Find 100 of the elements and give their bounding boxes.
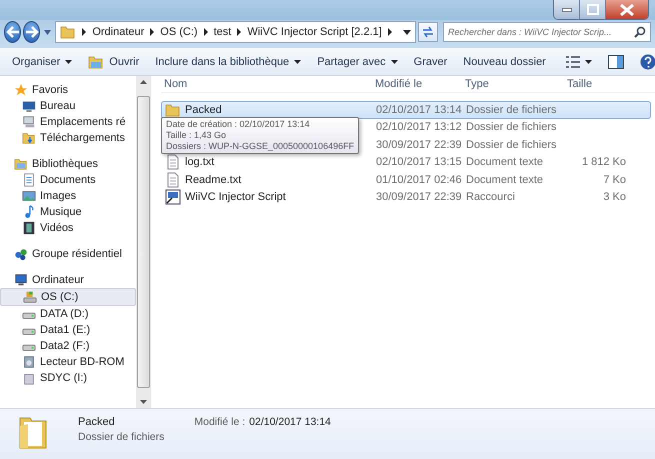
column-header[interactable]: Type	[465, 78, 565, 90]
toolbar-button[interactable]: Partager avec	[311, 52, 404, 70]
caret-icon	[390, 60, 398, 64]
file-row[interactable]: log.txt 02/10/2017 13:15 Document texte 1 812 Ko	[161, 154, 651, 171]
type-cell-text: Dossier de fichiers	[466, 104, 558, 116]
refresh-icon	[420, 26, 435, 38]
shortcut-icon	[165, 189, 181, 206]
size-cell-text: 3 Ko	[602, 191, 626, 204]
tooltip-line: Dossiers : WUP-N-GGSE_00050000106496FF	[166, 141, 354, 152]
sidebar-group[interactable]: Bibliothèques	[0, 156, 136, 172]
sidebar-item[interactable]: Data2 (F:)	[0, 338, 136, 354]
close-button[interactable]	[606, 0, 648, 19]
breadcrumb[interactable]: WiiVC Injector Script [2.2.1]	[247, 26, 382, 38]
toolbar-button[interactable]: Graver	[408, 52, 454, 70]
modified-value: 02/10/2017 13:14	[249, 416, 331, 428]
file-row[interactable]: Packed 02/10/2017 13:14 Dossier de fichiers	[161, 101, 651, 118]
sidebar-item[interactable]: OS (C:)	[0, 288, 136, 306]
chevron-icon	[202, 28, 209, 36]
network-icon	[14, 247, 28, 261]
sidebar-item[interactable]: Bureau	[0, 98, 136, 114]
arrow-left-icon	[6, 26, 20, 38]
size-cell-text: 1 812 Ko	[580, 156, 626, 168]
toolbar-button[interactable]: Organiser	[6, 52, 78, 70]
chevron-icon	[149, 28, 156, 36]
file-name: Readme.txt	[185, 174, 242, 186]
breadcrumb[interactable]: test	[214, 26, 232, 38]
date-cell-text: 30/09/2017 22:39	[376, 191, 463, 204]
maximize-button[interactable]	[580, 0, 606, 19]
column-header[interactable]: Nom	[161, 78, 375, 90]
picture-icon	[22, 189, 36, 203]
file-row[interactable]: WiiVC Injector Script 30/09/2017 22:39 Raccourci 3 Ko	[161, 188, 651, 206]
sidebar-item[interactable]: SDYC (I:)	[0, 370, 136, 386]
maximize-icon	[586, 4, 598, 15]
column-header[interactable]: Modifié le	[375, 78, 465, 90]
dropdown-icon	[402, 30, 411, 34]
date-cell-text: 30/09/2017 22:39	[376, 138, 463, 151]
back-button[interactable]	[4, 21, 22, 43]
arrow-up-icon	[140, 80, 146, 84]
pane-icon	[608, 54, 624, 68]
sidebar-group[interactable]: Ordinateur	[0, 272, 136, 288]
date-cell-text: 02/10/2017 13:12	[376, 121, 463, 134]
sidebar-item[interactable]: Data1 (E:)	[0, 322, 136, 338]
folder-icon	[22, 131, 36, 145]
sidebar-item[interactable]: Vidéos	[0, 220, 136, 236]
scrollbar-thumb[interactable]	[136, 96, 150, 388]
sidebar-item[interactable]: DATA (D:)	[0, 306, 136, 322]
memory-card-icon	[22, 371, 36, 385]
chevron-icon	[386, 28, 393, 36]
refresh-button[interactable]	[418, 22, 438, 42]
caret-icon	[65, 60, 72, 64]
column-header[interactable]: Taille	[565, 78, 625, 90]
sidebar-group[interactable]: Favoris	[0, 82, 136, 98]
date-cell-text: 02/10/2017 13:15	[376, 156, 463, 168]
type-cell-text: Dossier de fichiers	[466, 121, 558, 134]
search-icon	[634, 26, 646, 38]
star-icon	[14, 83, 28, 97]
sidebar-item[interactable]: Emplacements ré	[0, 114, 136, 130]
chevron-icon	[81, 28, 88, 36]
caret-icon	[294, 60, 302, 64]
arrow-right-icon	[24, 26, 39, 38]
computer-icon	[14, 273, 28, 287]
drive-icon	[23, 290, 37, 304]
list-view-icon	[566, 56, 580, 68]
modified-label: Modifié le :	[194, 416, 246, 428]
sidebar-item[interactable]: Images	[0, 188, 136, 204]
file-name: Packed	[185, 104, 222, 116]
sidebar-group[interactable]: Groupe résidentiel	[0, 246, 136, 262]
caret-icon	[584, 60, 592, 64]
sidebar-item[interactable]: Musique	[0, 204, 136, 220]
toolbar-button[interactable]: Nouveau dossier	[457, 52, 552, 70]
scrollbar[interactable]	[136, 76, 150, 408]
tooltip-line: Date de création : 02/10/2017 13:14	[166, 119, 311, 130]
forward-button[interactable]	[23, 21, 40, 43]
item-type: Dossier de fichiers	[78, 431, 164, 443]
toolbar-button[interactable]: Inclure dans la bibliothèque	[149, 52, 308, 70]
file-row[interactable]: Readme.txt 01/10/2017 02:46 Document texte 7 Ko	[161, 171, 651, 188]
chevron-icon	[236, 28, 242, 36]
folder-icon	[88, 54, 104, 70]
toolbar-button[interactable]: Ouvrir	[82, 50, 146, 72]
minimize-button[interactable]	[554, 0, 580, 19]
breadcrumb[interactable]: OS (C:)	[160, 26, 198, 38]
type-cell-text: Raccourci	[466, 191, 516, 204]
folder-icon	[14, 157, 28, 171]
size-cell-text: 7 Ko	[602, 174, 626, 186]
search-field[interactable]: Rechercher dans : WiiVC Injector Scrip...	[443, 22, 651, 42]
folder-icon	[60, 24, 76, 40]
item-name: Packed	[78, 416, 116, 428]
address-bar[interactable]: Ordinateur OS (C:) test WiiVC Injector Script [2.2.1]	[55, 21, 416, 43]
type-cell-text: Document texte	[466, 156, 544, 168]
monitor-icon	[22, 99, 36, 113]
tooltip-line: Taille : 1,43 Go	[166, 130, 228, 141]
computer-icon	[22, 115, 36, 129]
arrow-down-icon	[140, 400, 146, 404]
sidebar-item[interactable]: Lecteur BD-ROM	[0, 354, 136, 370]
sidebar-item[interactable]: Téléchargements	[0, 130, 136, 146]
date-cell-text: 02/10/2017 13:14	[376, 104, 463, 116]
folder-icon	[165, 102, 181, 118]
sidebar-item[interactable]: Documents	[0, 172, 136, 188]
document-icon	[22, 173, 36, 187]
breadcrumb[interactable]: Ordinateur	[92, 26, 144, 38]
